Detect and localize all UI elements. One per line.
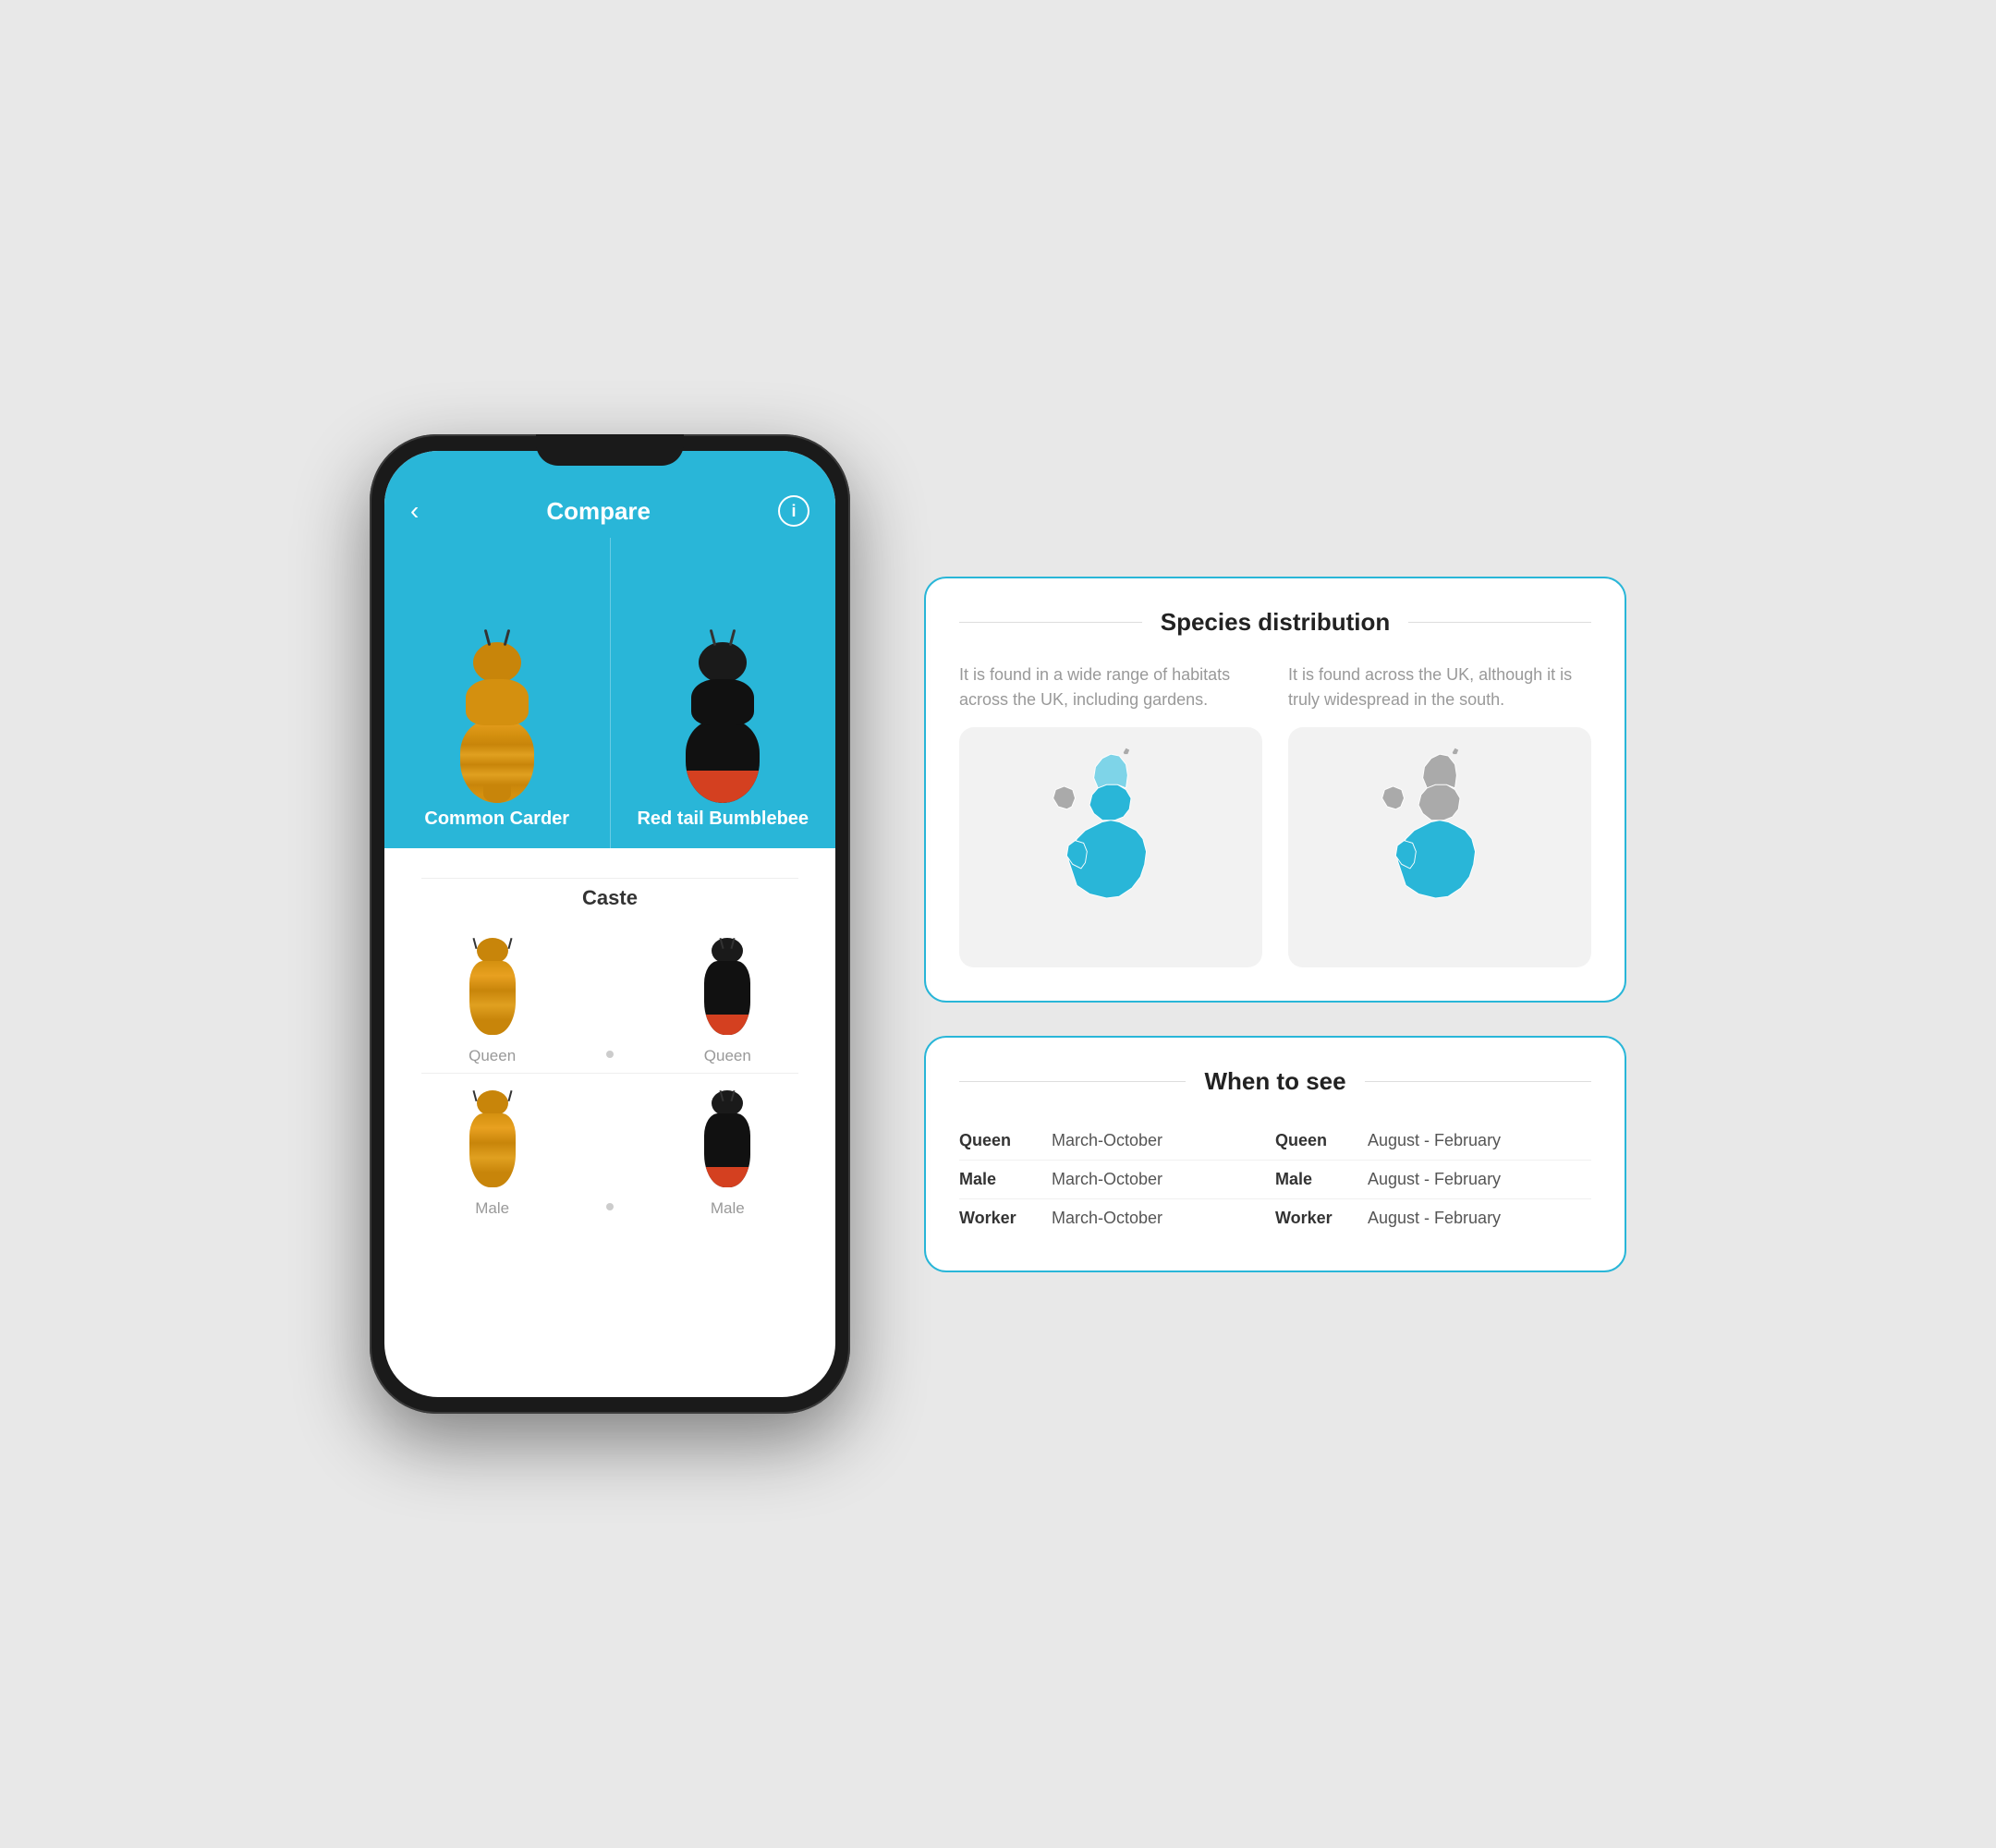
mini-carder-queen-body xyxy=(469,961,516,1035)
separator-mid xyxy=(421,1073,798,1074)
when-card-title: When to see xyxy=(1204,1067,1345,1096)
distribution-grid: It is found in a wide range of habitats … xyxy=(959,663,1591,967)
redtail-bee-illustration xyxy=(681,642,764,799)
page-title: Compare xyxy=(546,497,651,526)
redtail-bee-head xyxy=(699,642,747,683)
carder-bee-label: Common Carder xyxy=(424,808,569,830)
scene: ‹ Compare i Common C xyxy=(370,434,1626,1414)
mini-carder-queen-head xyxy=(477,938,508,964)
dist-text-2: It is found across the UK, although it i… xyxy=(1288,663,1591,712)
redtail-bee-tail xyxy=(686,771,760,803)
caste-label-carder-male: Male xyxy=(475,1199,509,1218)
when-dates-worker-2: August - February xyxy=(1368,1209,1591,1228)
when-caste-male-2: Male xyxy=(1275,1170,1368,1189)
redtail-bee-body xyxy=(681,642,764,799)
distribution-card-header: Species distribution xyxy=(959,608,1591,637)
when-header-line-right xyxy=(1365,1081,1591,1082)
phone-notch xyxy=(536,434,684,466)
mini-redtail-male-tail xyxy=(704,1167,750,1187)
when-card-header: When to see xyxy=(959,1067,1591,1096)
carder-bee-illustration xyxy=(456,642,539,799)
when-dates-queen-1: March-October xyxy=(1052,1131,1275,1150)
caste-item-carder-queen: Queen xyxy=(465,938,520,1065)
dist-text-1: It is found in a wide range of habitats … xyxy=(959,663,1262,712)
mini-carder-male-head xyxy=(477,1090,508,1116)
when-card: When to see Queen March-October Male Mar… xyxy=(924,1036,1626,1272)
caste-male-row: Male Male xyxy=(403,1081,817,1218)
caste-item-carder-male: Male xyxy=(465,1090,520,1218)
carder-bee-thorax xyxy=(466,679,529,725)
caste-label-redtail-male: Male xyxy=(711,1199,745,1218)
when-caste-worker-2: Worker xyxy=(1275,1209,1368,1228)
mini-carder-queen xyxy=(465,938,520,1040)
when-row-worker-2: Worker August - February xyxy=(1275,1199,1591,1237)
uk-map-1 xyxy=(1018,746,1203,949)
caste-label-carder-queen: Queen xyxy=(469,1047,516,1065)
mini-redtail-queen xyxy=(700,938,755,1040)
redtail-bee-abdomen xyxy=(686,720,760,803)
mini-redtail-queen-head xyxy=(712,938,743,964)
carder-bee-abdomen xyxy=(460,720,534,803)
when-caste-male-1: Male xyxy=(959,1170,1052,1189)
app-header: ‹ Compare i Common C xyxy=(384,451,835,848)
when-caste-queen-1: Queen xyxy=(959,1131,1052,1150)
when-caste-worker-1: Worker xyxy=(959,1209,1052,1228)
separator-top xyxy=(421,878,798,879)
when-col-2: Queen August - February Male August - Fe… xyxy=(1275,1122,1591,1237)
when-row-worker-1: Worker March-October xyxy=(959,1199,1275,1237)
carder-bee-head xyxy=(473,642,521,683)
back-button[interactable]: ‹ xyxy=(410,496,419,526)
when-caste-queen-2: Queen xyxy=(1275,1131,1368,1150)
caste-section-title: Caste xyxy=(403,886,817,910)
when-cols: Queen March-October Male March-October W… xyxy=(959,1122,1591,1237)
when-dates-male-2: August - February xyxy=(1368,1170,1591,1189)
redtail-bee-thorax xyxy=(691,679,754,725)
dist-col-1: It is found in a wide range of habitats … xyxy=(959,663,1262,967)
caste-dot-divider-2 xyxy=(606,1203,614,1210)
map-container-1 xyxy=(959,727,1262,967)
mini-redtail-queen-body xyxy=(704,961,750,1035)
mini-redtail-male xyxy=(700,1090,755,1192)
caste-item-redtail-male: Male xyxy=(700,1090,755,1218)
header-line-left xyxy=(959,622,1142,623)
right-panel: Species distribution It is found in a wi… xyxy=(924,577,1626,1272)
phone-screen: ‹ Compare i Common C xyxy=(384,451,835,1397)
mini-carder-male-body xyxy=(469,1113,516,1187)
caste-item-redtail-queen: Queen xyxy=(700,938,755,1065)
bee-panel-redtail: Red tail Bumblebee xyxy=(611,538,836,848)
mini-carder-male xyxy=(465,1090,520,1192)
when-header-line-left xyxy=(959,1081,1186,1082)
uk-map-2 xyxy=(1347,746,1532,949)
info-button[interactable]: i xyxy=(778,495,809,527)
bee-panel-carder: Common Carder xyxy=(384,538,611,848)
mini-redtail-male-body xyxy=(704,1113,750,1187)
caste-dot-divider xyxy=(606,1051,614,1058)
bee-comparison: Common Carder xyxy=(384,538,835,848)
header-line-right xyxy=(1408,622,1591,623)
dist-col-2: It is found across the UK, although it i… xyxy=(1288,663,1591,967)
mini-redtail-male-head xyxy=(712,1090,743,1116)
redtail-bee-label: Red tail Bumblebee xyxy=(637,808,809,830)
when-row-male-2: Male August - February xyxy=(1275,1161,1591,1199)
when-dates-male-1: March-October xyxy=(1052,1170,1275,1189)
mini-redtail-queen-tail xyxy=(704,1015,750,1035)
caste-label-redtail-queen: Queen xyxy=(704,1047,751,1065)
distribution-card: Species distribution It is found in a wi… xyxy=(924,577,1626,1003)
when-row-male-1: Male March-October xyxy=(959,1161,1275,1199)
map-container-2 xyxy=(1288,727,1591,967)
when-row-queen-2: Queen August - February xyxy=(1275,1122,1591,1161)
when-row-queen-1: Queen March-October xyxy=(959,1122,1275,1161)
when-dates-worker-1: March-October xyxy=(1052,1209,1275,1228)
distribution-card-title: Species distribution xyxy=(1161,608,1391,637)
when-col-1: Queen March-October Male March-October W… xyxy=(959,1122,1275,1237)
when-dates-queen-2: August - February xyxy=(1368,1131,1591,1150)
phone-device: ‹ Compare i Common C xyxy=(370,434,850,1414)
caste-queen-row: Queen Queen xyxy=(403,929,817,1065)
carder-bee-body xyxy=(456,642,539,799)
app-content: Caste Queen xyxy=(384,848,835,1240)
